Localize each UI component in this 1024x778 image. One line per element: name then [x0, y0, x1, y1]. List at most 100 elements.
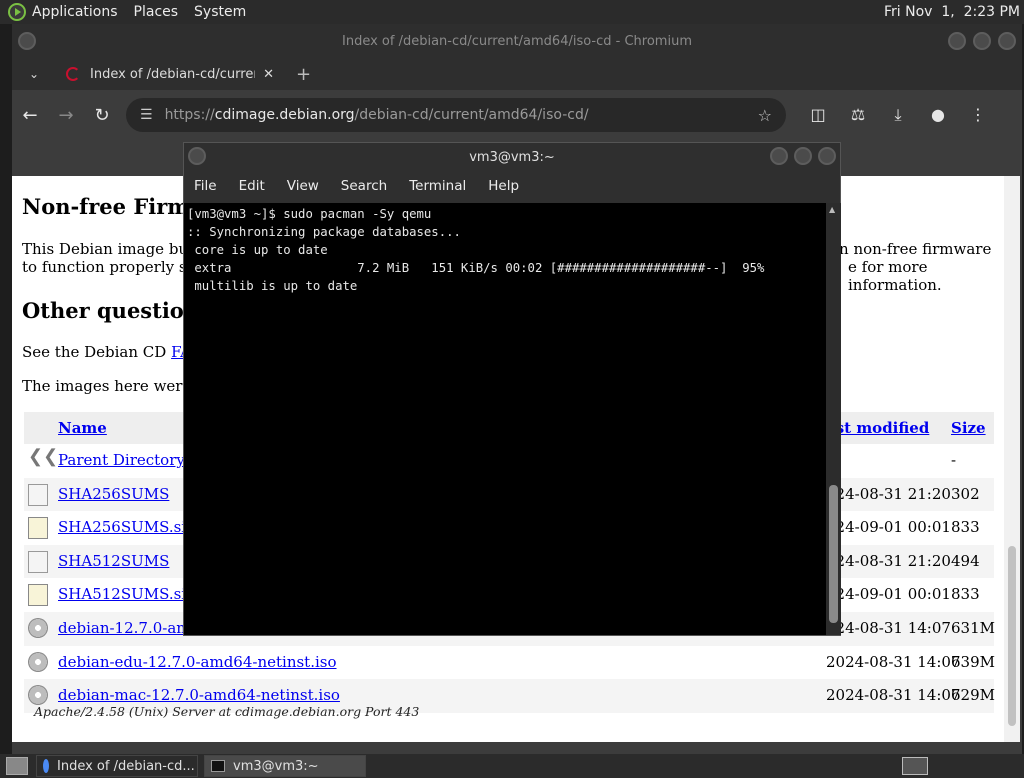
- row-size: 833: [951, 585, 980, 604]
- reload-icon[interactable]: ↻: [84, 105, 120, 126]
- row-date: 024-08-31 14:07: [826, 618, 951, 637]
- workspace-switcher[interactable]: [902, 757, 928, 775]
- url-host: cdimage.debian.org: [214, 107, 355, 123]
- terminal-icon: [211, 760, 225, 772]
- taskbar-chromium[interactable]: Index of /debian-cd...: [36, 755, 198, 777]
- terminal-minimize-button[interactable]: [770, 147, 788, 165]
- taskbar-terminal-label: vm3@vm3:~: [233, 758, 319, 774]
- terminal-scrollbar[interactable]: ▲: [826, 203, 841, 635]
- extensions-icon[interactable]: ◫: [800, 105, 836, 125]
- terminal-menu-terminal[interactable]: Terminal: [409, 178, 466, 194]
- terminal-line: :: Synchronizing package databases...: [187, 225, 461, 239]
- nonfree-text-right-1: on non-free firmware: [830, 240, 992, 258]
- navigation-bar: ← → ↻ ☰ https://cdimage.debian.org/debia…: [12, 90, 1022, 140]
- forward-arrow-icon[interactable]: →: [48, 105, 84, 126]
- row-size: 631M: [951, 618, 995, 637]
- debian-favicon-icon: [66, 67, 80, 81]
- row-size: 639M: [951, 652, 995, 671]
- menu-places[interactable]: Places: [134, 4, 179, 20]
- sort-by-last-modified-link[interactable]: ast modified: [826, 419, 929, 437]
- show-desktop-icon[interactable]: [6, 757, 28, 775]
- more-menu-icon[interactable]: ⋮: [960, 105, 996, 125]
- terminal-window-menu-button[interactable]: [188, 147, 206, 165]
- file-link[interactable]: debian-mac-12.7.0-amd64-netinst.iso: [58, 686, 340, 704]
- terminal-window: vm3@vm3:~ File Edit View Search Terminal…: [183, 142, 841, 636]
- page-scrollbar[interactable]: [1004, 176, 1020, 742]
- row-date: 2024-08-31 14:07: [826, 652, 961, 671]
- clock[interactable]: Fri Nov 1, 2:23 PM: [884, 4, 1020, 20]
- tab-search-chevron-icon[interactable]: ⌄: [12, 67, 56, 81]
- terminal-close-button[interactable]: [818, 147, 836, 165]
- scroll-up-icon[interactable]: ▲: [829, 205, 835, 214]
- row-size: 302: [951, 484, 980, 503]
- row-date: 024-09-01 00:01: [826, 518, 951, 537]
- file-link[interactable]: SHA512SUMS: [58, 552, 169, 570]
- close-tab-icon[interactable]: ✕: [263, 67, 274, 82]
- terminal-menu-help[interactable]: Help: [488, 178, 519, 194]
- taskbar-chromium-label: Index of /debian-cd...: [57, 758, 195, 774]
- terminal-titlebar[interactable]: vm3@vm3:~: [184, 143, 840, 171]
- back-icon: ❮❮: [28, 446, 59, 467]
- terminal-line: core is up to date: [187, 243, 328, 257]
- chromium-icon: [43, 759, 49, 773]
- file-link[interactable]: SHA512SUMS.sig: [58, 585, 196, 603]
- taskbar-terminal[interactable]: vm3@vm3:~: [204, 755, 366, 777]
- tab-bar: ⌄ Index of /debian-cd/current/ ✕ +: [12, 58, 1022, 90]
- signature-icon: [28, 584, 48, 607]
- top-panel: Applications Places System Fri Nov 1, 2:…: [0, 0, 1024, 24]
- chromium-titlebar[interactable]: Index of /debian-cd/current/amd64/iso-cd…: [12, 24, 1022, 58]
- terminal-menu-edit[interactable]: Edit: [239, 178, 265, 194]
- sort-by-size-link[interactable]: Size: [951, 419, 986, 437]
- close-window-button[interactable]: [998, 32, 1016, 50]
- terminal-maximize-button[interactable]: [794, 147, 812, 165]
- server-footer: Apache/2.4.58 (Unix) Server at cdimage.d…: [34, 704, 420, 719]
- faq-prefix: See the Debian CD: [22, 343, 172, 361]
- row-date: 024-08-31 21:20: [826, 484, 951, 503]
- menu-applications[interactable]: Applications: [32, 4, 118, 20]
- file-link[interactable]: SHA256SUMS.sig: [58, 518, 196, 536]
- terminal-line: multilib is up to date: [187, 279, 358, 293]
- terminal-menu-view[interactable]: View: [287, 178, 319, 194]
- terminal-title: vm3@vm3:~: [469, 149, 555, 165]
- url-path: /debian-cd/current/amd64/iso-cd/: [354, 107, 589, 123]
- profile-avatar-icon[interactable]: ●: [920, 105, 956, 125]
- row-date: 024-09-01 00:01: [826, 585, 951, 604]
- address-bar[interactable]: ☰ https://cdimage.debian.org/debian-cd/c…: [126, 98, 786, 132]
- nonfree-text-left-1: This Debian image build: [22, 240, 208, 258]
- minimize-button[interactable]: [948, 32, 966, 50]
- terminal-menubar: File Edit View Search Terminal Help: [184, 171, 840, 201]
- new-tab-icon[interactable]: +: [296, 64, 311, 85]
- url-text: https://cdimage.debian.org/debian-cd/cur…: [165, 107, 758, 123]
- row-size: 833: [951, 518, 980, 537]
- bookmark-star-icon[interactable]: ☆: [758, 106, 772, 125]
- tab-debian-index[interactable]: Index of /debian-cd/current/ ✕: [56, 58, 284, 90]
- maximize-button[interactable]: [973, 32, 991, 50]
- distro-logo-icon[interactable]: [8, 3, 26, 21]
- disc-icon: [28, 651, 48, 672]
- terminal-line: [vm3@vm3 ~]$ sudo pacman -Sy qemu: [187, 207, 432, 221]
- terminal-menu-file[interactable]: File: [194, 178, 217, 194]
- signature-icon: [28, 517, 48, 540]
- terminal-output[interactable]: [vm3@vm3 ~]$ sudo pacman -Sy qemu:: Sync…: [184, 203, 826, 635]
- terminal-scroll-thumb[interactable]: [829, 485, 838, 623]
- row-size: 629M: [951, 686, 995, 705]
- disc-icon: [28, 685, 48, 706]
- terminal-line: extra 7.2 MiB 151 KiB/s 00:02 [#########…: [187, 261, 765, 275]
- terminal-menu-search[interactable]: Search: [341, 178, 387, 194]
- file-link[interactable]: debian-edu-12.7.0-amd64-netinst.iso: [58, 653, 337, 671]
- menu-system[interactable]: System: [194, 4, 246, 20]
- table-row: debian-edu-12.7.0-amd64-netinst.iso 2024…: [24, 646, 995, 680]
- back-arrow-icon[interactable]: ←: [12, 105, 48, 126]
- parent-directory-link[interactable]: Parent Directory: [58, 451, 185, 469]
- window-menu-button[interactable]: [18, 32, 36, 50]
- heading-non-free: Non-free Firmw: [22, 194, 208, 219]
- labs-flask-icon[interactable]: ⚖: [840, 105, 876, 125]
- file-link[interactable]: SHA256SUMS: [58, 485, 169, 503]
- faq-text: See the Debian CD FAQ: [22, 343, 203, 361]
- download-icon[interactable]: ⤓: [880, 105, 916, 125]
- disc-icon: [28, 617, 48, 638]
- page-scroll-thumb[interactable]: [1008, 546, 1016, 726]
- site-info-icon[interactable]: ☰: [140, 107, 153, 123]
- chromium-window-title: Index of /debian-cd/current/amd64/iso-cd…: [342, 33, 692, 49]
- sort-by-name-link[interactable]: Name: [58, 419, 107, 437]
